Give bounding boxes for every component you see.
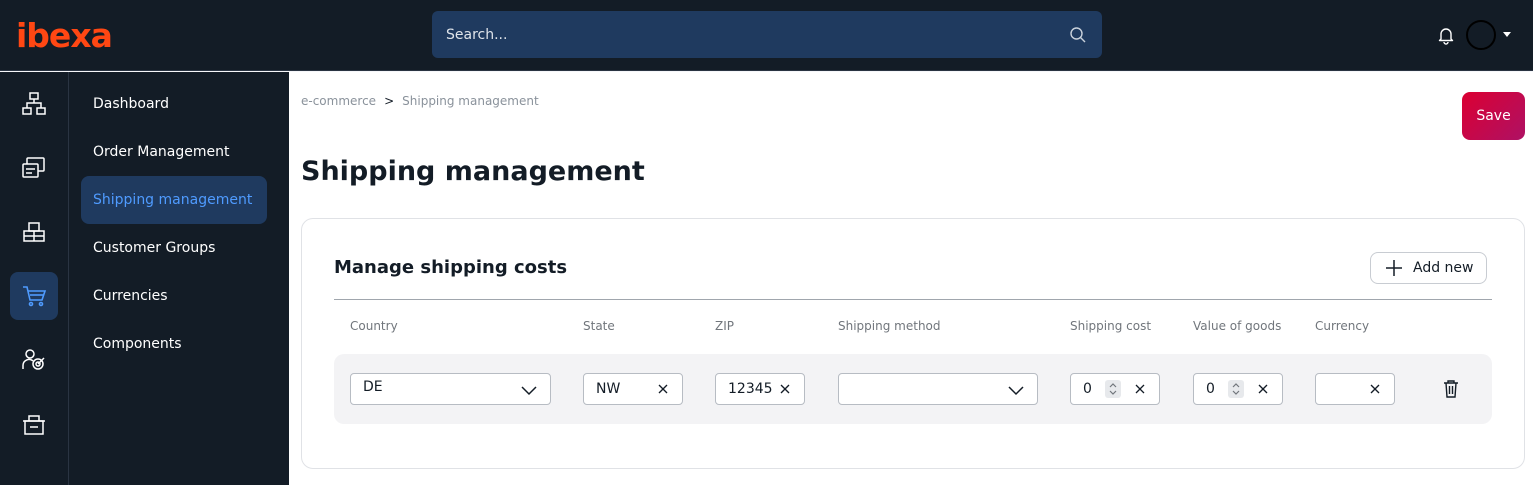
- zip-input[interactable]: 12345: [715, 373, 805, 405]
- sidebar-item-components[interactable]: Components: [81, 320, 267, 368]
- shipping-cost-value: 0: [1083, 381, 1092, 397]
- sidebar-item-label: Order Management: [93, 144, 230, 160]
- search-input[interactable]: [446, 26, 1068, 43]
- sitemap-icon[interactable]: [10, 80, 58, 128]
- sidebar-item-currencies[interactable]: Currencies: [81, 272, 267, 320]
- country-value: DE: [363, 379, 383, 395]
- close-icon[interactable]: [1133, 382, 1147, 396]
- breadcrumb-link[interactable]: e-commerce: [301, 94, 376, 108]
- customer-icon[interactable]: [10, 336, 58, 384]
- sidebar-item-label: Dashboard: [93, 96, 169, 112]
- country-select[interactable]: DE: [350, 373, 551, 405]
- shipping-cost-input[interactable]: 0: [1070, 373, 1160, 405]
- sidebar-item-label: Currencies: [93, 288, 168, 304]
- sidebar-item-label: Customer Groups: [93, 240, 216, 256]
- cart-icon[interactable]: [10, 272, 58, 320]
- icon-rail: [0, 72, 69, 485]
- main-content: e-commerce > Shipping management Save Sh…: [289, 72, 1533, 485]
- column-header-shipping-cost: Shipping cost: [1070, 319, 1152, 333]
- sidebar-item-shipping-management[interactable]: Shipping management: [81, 176, 267, 224]
- column-header-country: Country: [350, 319, 398, 333]
- column-header-currency: Currency: [1315, 319, 1370, 333]
- sidebar-item-dashboard[interactable]: Dashboard: [81, 80, 267, 128]
- close-icon[interactable]: [778, 382, 792, 396]
- state-input[interactable]: NW: [583, 373, 683, 405]
- shipping-costs-card: Manage shipping costs Add new Country St…: [301, 218, 1525, 469]
- value-of-goods-value: 0: [1206, 381, 1215, 397]
- column-header-zip: ZIP: [715, 319, 734, 333]
- content-icon[interactable]: [10, 144, 58, 192]
- breadcrumb: e-commerce > Shipping management: [301, 94, 539, 108]
- chevron-down-icon: [521, 386, 537, 396]
- add-new-label: Add new: [1413, 260, 1474, 276]
- stepper-icon: [1109, 383, 1117, 395]
- save-button[interactable]: Save: [1462, 92, 1525, 140]
- ibexa-logo[interactable]: ibexa: [16, 15, 113, 55]
- close-icon[interactable]: [1368, 382, 1382, 396]
- column-header-state: State: [583, 319, 615, 333]
- stepper-icon: [1232, 383, 1240, 395]
- sidebar: Dashboard Order Management Shipping mana…: [69, 72, 289, 485]
- close-icon[interactable]: [656, 382, 670, 396]
- sidebar-item-label: Shipping management: [93, 192, 253, 208]
- zip-value: 12345: [728, 381, 773, 397]
- state-value: NW: [596, 381, 621, 397]
- value-of-goods-input[interactable]: 0: [1193, 373, 1283, 405]
- breadcrumb-separator: >: [384, 94, 395, 108]
- shipping-method-select[interactable]: [838, 373, 1038, 405]
- avatar[interactable]: [1466, 20, 1496, 50]
- plus-icon: [1386, 260, 1402, 276]
- products-icon[interactable]: [10, 208, 58, 256]
- sidebar-item-order-management[interactable]: Order Management: [81, 128, 267, 176]
- sidebar-item-label: Components: [93, 336, 182, 352]
- search-bar[interactable]: [432, 11, 1102, 58]
- store-icon[interactable]: [10, 400, 58, 448]
- card-title: Manage shipping costs: [334, 257, 568, 278]
- add-new-button[interactable]: Add new: [1370, 252, 1487, 284]
- sidebar-item-customer-groups[interactable]: Customer Groups: [81, 224, 267, 272]
- search-icon[interactable]: [1068, 25, 1088, 45]
- currency-input[interactable]: [1315, 373, 1395, 405]
- logo-text: ibexa: [16, 15, 113, 55]
- trash-icon[interactable]: [1442, 379, 1460, 399]
- top-bar: ibexa: [0, 0, 1533, 71]
- chevron-down-icon: [1008, 386, 1024, 396]
- number-stepper[interactable]: [1228, 380, 1244, 398]
- divider: [334, 299, 1492, 300]
- table-row: DE NW 12345 0 0: [334, 354, 1492, 424]
- column-header-shipping-method: Shipping method: [838, 319, 941, 333]
- page-title: Shipping management: [301, 156, 645, 187]
- chevron-down-icon[interactable]: [1503, 32, 1511, 37]
- breadcrumb-current: Shipping management: [402, 94, 539, 108]
- bell-icon[interactable]: [1436, 25, 1456, 45]
- close-icon[interactable]: [1256, 382, 1270, 396]
- column-header-value-of-goods: Value of goods: [1193, 319, 1282, 333]
- number-stepper[interactable]: [1105, 380, 1121, 398]
